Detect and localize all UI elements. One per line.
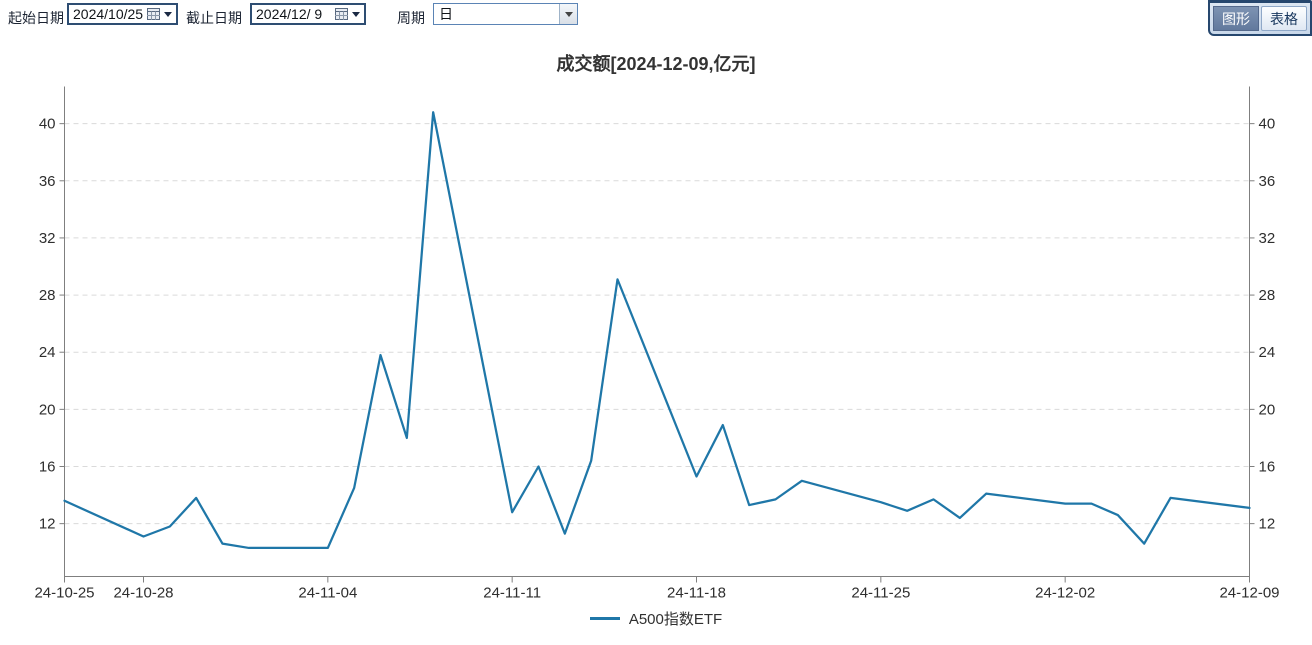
series-line-A500指数ETF [65,112,1250,548]
calendar-icon [335,8,348,20]
start-date-value[interactable]: 2024/10/25 [73,6,147,22]
y-tick-label-left: 12 [39,516,56,533]
chevron-down-icon [565,12,573,17]
x-tick-label: 24-11-25 [851,585,910,602]
start-date-dropdown-arrow-icon[interactable] [164,12,172,17]
toolbar: 起始日期 2024/10/25 截止日期 2024/12/ 9 周期 日 [0,0,1312,32]
y-tick-label-left: 28 [39,287,56,304]
chart-title: 成交额[2024-12-09,亿元] [0,50,1312,76]
y-tick-label-left: 24 [39,344,56,361]
y-tick-label-right: 16 [1259,459,1276,476]
y-tick-label-left: 40 [39,116,56,133]
y-tick-label-right: 40 [1259,116,1276,133]
end-date-input[interactable]: 2024/12/ 9 [250,3,366,25]
x-tick-label: 24-11-11 [483,585,541,602]
table-view-button[interactable]: 表格 [1261,6,1307,31]
x-tick-label: 24-11-18 [667,585,726,602]
period-select[interactable]: 日 [433,3,578,25]
legend: A500指数ETF [0,608,1312,629]
y-tick-label-left: 32 [39,230,56,247]
period-dropdown-button[interactable] [559,4,577,24]
x-tick-label: 24-10-25 [34,585,94,602]
start-date-label: 起始日期 [8,8,64,28]
y-tick-label-left: 36 [39,173,56,190]
y-tick-label-right: 28 [1259,287,1276,304]
turnover-line-chart: 12 12 16 16 20 20 24 24 28 28 32 32 36 36 40 40 24-10-25… [0,80,1312,608]
x-tick-label: 24-10-28 [113,585,173,602]
y-tick-label-right: 12 [1259,516,1276,533]
legend-line-swatch [590,617,620,620]
graph-view-button[interactable]: 图形 [1213,6,1259,31]
y-tick-label-left: 16 [39,459,56,476]
end-date-label: 截止日期 [186,8,242,28]
y-tick-label-right: 32 [1259,230,1276,247]
end-date-dropdown-arrow-icon[interactable] [352,12,360,17]
y-tick-label-right: 36 [1259,173,1276,190]
y-tick-label-left: 20 [39,401,56,418]
end-date-value[interactable]: 2024/12/ 9 [256,6,335,22]
period-value: 日 [434,4,559,24]
legend-series-label: A500指数ETF [629,608,722,629]
y-tick-label-right: 24 [1259,344,1276,361]
x-tick-label: 24-11-04 [298,585,357,602]
period-label: 周期 [397,8,425,28]
start-date-input[interactable]: 2024/10/25 [67,3,178,25]
x-tick-label: 24-12-09 [1219,585,1279,602]
x-tick-label: 24-12-02 [1035,585,1095,602]
y-tick-label-right: 20 [1259,401,1276,418]
view-switch: 图形 表格 [1208,0,1312,36]
calendar-icon [147,8,160,20]
